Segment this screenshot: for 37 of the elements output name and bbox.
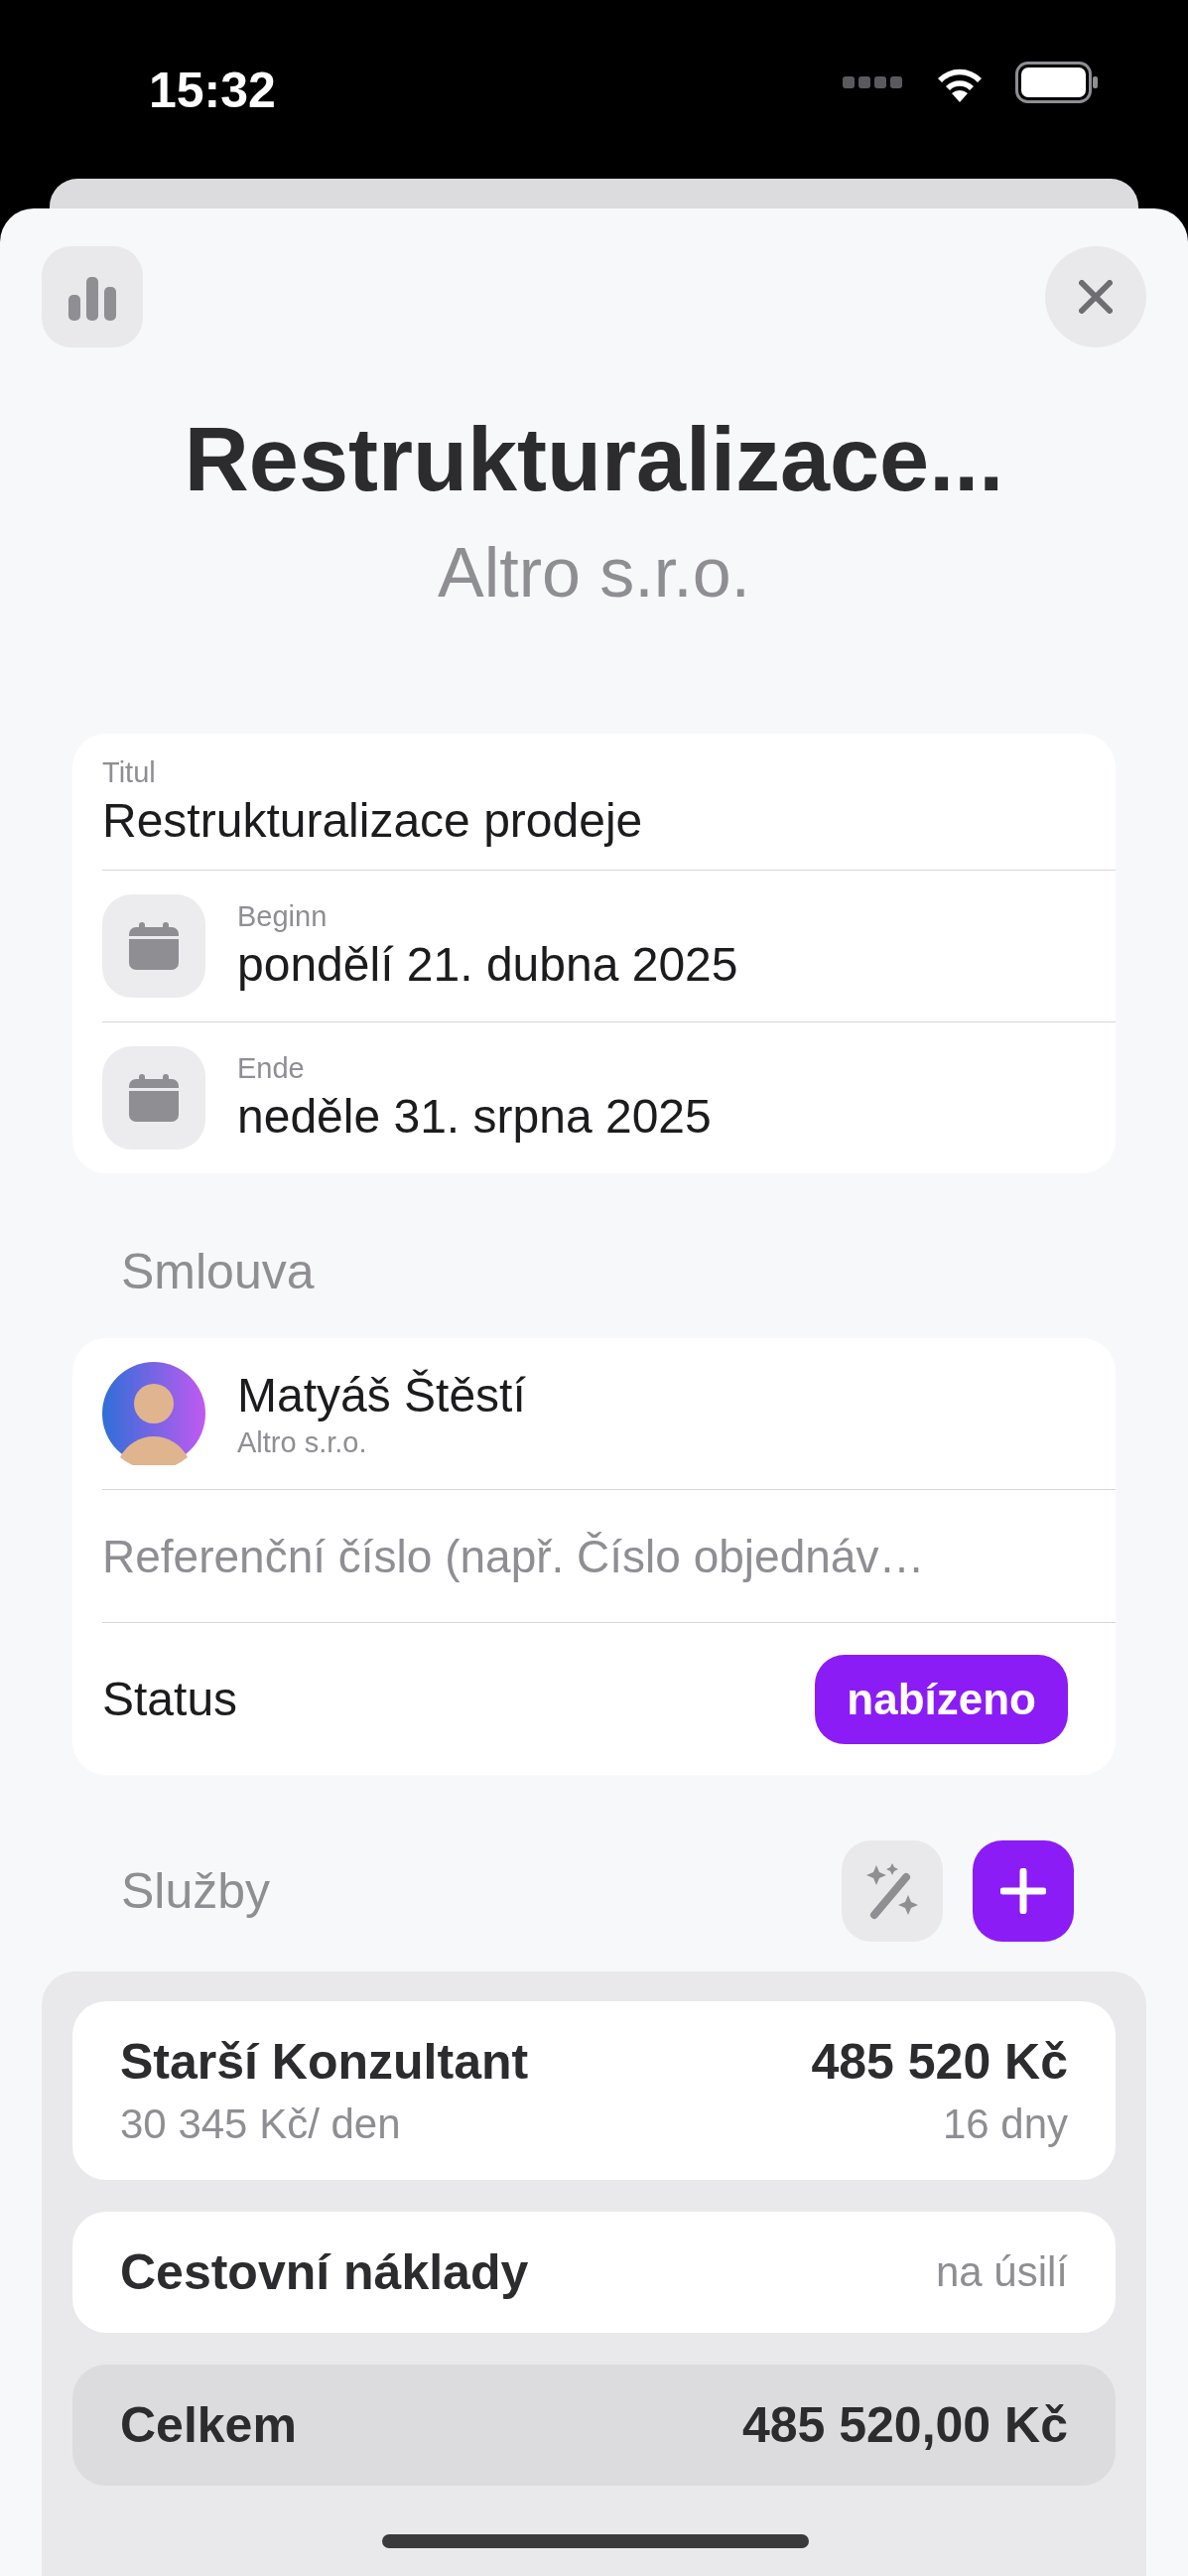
title-field[interactable]: Restrukturalizace prodeje	[102, 792, 643, 848]
service-name: Cestovní náklady	[120, 2243, 529, 2301]
section-heading: Služby	[121, 1862, 271, 1920]
field-label: Titul	[102, 755, 157, 789]
service-item[interactable]: Cestovní náklady na úsilí	[72, 2212, 1116, 2333]
date-field[interactable]: neděle 31. srpna 2025	[237, 1089, 712, 1144]
total-label: Celkem	[120, 2396, 297, 2454]
total-amount: 485 520,00 Kč	[741, 2396, 1068, 2454]
service-duration: 16 dny	[942, 2101, 1068, 2148]
service-amount: 485 520 Kč	[811, 2033, 1068, 2091]
signal-icon	[843, 75, 904, 89]
field-label: Beginn	[237, 900, 329, 933]
reference-field[interactable]: Referenční číslo (např. Číslo objednáv…	[102, 1529, 1070, 1583]
add-button[interactable]	[973, 1840, 1074, 1942]
plus-icon	[1000, 1868, 1046, 1914]
magic-button[interactable]	[842, 1840, 943, 1942]
page-subtitle: Altro s.r.o.	[436, 533, 752, 612]
calendar-icon	[129, 922, 179, 970]
contact-name: Matyáš Štěstí	[237, 1368, 526, 1423]
battery-icon	[1015, 62, 1099, 103]
contact-company: Altro s.r.o.	[237, 1426, 368, 1459]
chart-button[interactable]	[42, 246, 143, 347]
status-time: 15:32	[149, 62, 276, 119]
status-badge[interactable]: nabízeno	[815, 1654, 1068, 1744]
service-name: Starší Konzultant	[120, 2033, 529, 2091]
service-note: na úsilí	[935, 2248, 1068, 2296]
calendar-button[interactable]	[102, 1046, 205, 1150]
close-icon	[1079, 280, 1113, 314]
service-rate: 30 345 Kč/ den	[120, 2101, 402, 2148]
calendar-icon	[129, 1074, 179, 1122]
page-title: Restrukturalizace...	[183, 409, 1005, 511]
section-heading: Smlouva	[121, 1243, 316, 1300]
status-label: Status	[102, 1672, 238, 1726]
date-field[interactable]: pondělí 21. dubna 2025	[237, 937, 738, 992]
service-item[interactable]: Starší Konzultant 30 345 Kč/ den 485 520 Kč 16 dny	[72, 2001, 1116, 2180]
calendar-button[interactable]	[102, 894, 205, 998]
field-label: Ende	[237, 1052, 306, 1085]
